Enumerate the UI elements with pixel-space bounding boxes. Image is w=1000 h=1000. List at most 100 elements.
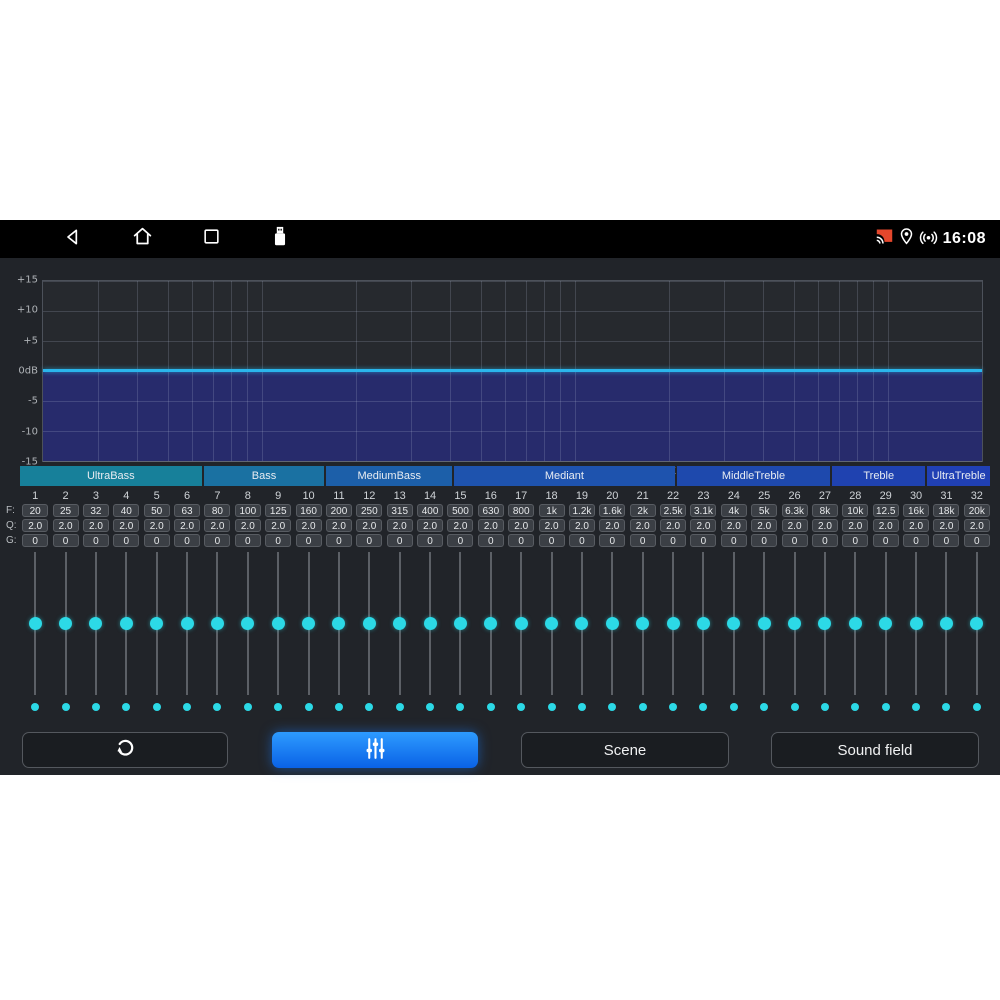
slider-knob[interactable] — [636, 617, 649, 630]
band-slider[interactable] — [506, 552, 536, 695]
slider-knob[interactable] — [211, 617, 224, 630]
gain-value[interactable]: 0 — [144, 534, 170, 547]
frequency-value[interactable]: 4k — [721, 504, 747, 517]
gain-value[interactable]: 0 — [690, 534, 716, 547]
q-value[interactable]: 2.0 — [113, 519, 139, 532]
frequency-value[interactable]: 200 — [326, 504, 352, 517]
band-slider[interactable] — [293, 552, 323, 695]
slider-knob[interactable] — [879, 617, 892, 630]
band-slider[interactable] — [233, 552, 263, 695]
q-value[interactable]: 2.0 — [387, 519, 413, 532]
q-value[interactable]: 2.0 — [235, 519, 261, 532]
slider-knob[interactable] — [181, 617, 194, 630]
q-value[interactable]: 2.0 — [204, 519, 230, 532]
slider-knob[interactable] — [241, 617, 254, 630]
gain-value[interactable]: 0 — [933, 534, 959, 547]
q-value[interactable]: 2.0 — [660, 519, 686, 532]
q-value[interactable]: 2.0 — [417, 519, 443, 532]
gain-value[interactable]: 0 — [83, 534, 109, 547]
frequency-value[interactable]: 125 — [265, 504, 291, 517]
frequency-value[interactable]: 8k — [812, 504, 838, 517]
band-slider[interactable] — [810, 552, 840, 695]
q-value[interactable]: 2.0 — [903, 519, 929, 532]
gain-value[interactable]: 0 — [630, 534, 656, 547]
home-button[interactable] — [131, 228, 153, 250]
frequency-value[interactable]: 50 — [144, 504, 170, 517]
band-slider[interactable] — [20, 552, 50, 695]
slider-knob[interactable] — [424, 617, 437, 630]
band-slider[interactable] — [567, 552, 597, 695]
q-value[interactable]: 2.0 — [842, 519, 868, 532]
gain-value[interactable]: 0 — [356, 534, 382, 547]
frequency-value[interactable]: 160 — [296, 504, 322, 517]
q-value[interactable]: 2.0 — [782, 519, 808, 532]
q-value[interactable]: 2.0 — [356, 519, 382, 532]
frequency-value[interactable]: 12.5 — [873, 504, 899, 517]
gain-value[interactable]: 0 — [22, 534, 48, 547]
band-slider[interactable] — [658, 552, 688, 695]
frequency-value[interactable]: 63 — [174, 504, 200, 517]
frequency-value[interactable]: 800 — [508, 504, 534, 517]
band-slider[interactable] — [445, 552, 475, 695]
q-value[interactable]: 2.0 — [144, 519, 170, 532]
gain-value[interactable]: 0 — [903, 534, 929, 547]
q-value[interactable]: 2.0 — [690, 519, 716, 532]
gain-value[interactable]: 0 — [812, 534, 838, 547]
slider-knob[interactable] — [788, 617, 801, 630]
slider-knob[interactable] — [697, 617, 710, 630]
gain-value[interactable]: 0 — [204, 534, 230, 547]
frequency-value[interactable]: 400 — [417, 504, 443, 517]
frequency-value[interactable]: 500 — [447, 504, 473, 517]
q-value[interactable]: 2.0 — [751, 519, 777, 532]
scene-button[interactable]: Scene — [521, 732, 729, 768]
gain-value[interactable]: 0 — [387, 534, 413, 547]
q-value[interactable]: 2.0 — [812, 519, 838, 532]
slider-knob[interactable] — [272, 617, 285, 630]
frequency-value[interactable]: 2.5k — [660, 504, 686, 517]
gain-value[interactable]: 0 — [113, 534, 139, 547]
band-slider[interactable] — [628, 552, 658, 695]
q-value[interactable]: 2.0 — [296, 519, 322, 532]
gain-value[interactable]: 0 — [751, 534, 777, 547]
frequency-value[interactable]: 6.3k — [782, 504, 808, 517]
frequency-value[interactable]: 315 — [387, 504, 413, 517]
frequency-value[interactable]: 5k — [751, 504, 777, 517]
q-value[interactable]: 2.0 — [599, 519, 625, 532]
equalizer-button[interactable] — [272, 732, 478, 768]
q-value[interactable]: 2.0 — [22, 519, 48, 532]
gain-value[interactable]: 0 — [478, 534, 504, 547]
gain-value[interactable]: 0 — [296, 534, 322, 547]
frequency-value[interactable]: 20 — [22, 504, 48, 517]
q-value[interactable]: 2.0 — [721, 519, 747, 532]
slider-knob[interactable] — [606, 617, 619, 630]
q-value[interactable]: 2.0 — [83, 519, 109, 532]
slider-knob[interactable] — [849, 617, 862, 630]
slider-knob[interactable] — [120, 617, 133, 630]
slider-knob[interactable] — [910, 617, 923, 630]
band-slider[interactable] — [719, 552, 749, 695]
q-value[interactable]: 2.0 — [447, 519, 473, 532]
band-slider[interactable] — [172, 552, 202, 695]
frequency-value[interactable]: 32 — [83, 504, 109, 517]
band-slider[interactable] — [324, 552, 354, 695]
band-slider[interactable] — [749, 552, 779, 695]
band-slider[interactable] — [901, 552, 931, 695]
q-value[interactable]: 2.0 — [478, 519, 504, 532]
slider-knob[interactable] — [515, 617, 528, 630]
band-slider[interactable] — [688, 552, 718, 695]
slider-knob[interactable] — [302, 617, 315, 630]
band-slider[interactable] — [415, 552, 445, 695]
gain-value[interactable]: 0 — [873, 534, 899, 547]
q-value[interactable]: 2.0 — [933, 519, 959, 532]
band-slider[interactable] — [476, 552, 506, 695]
slider-knob[interactable] — [150, 617, 163, 630]
gain-value[interactable]: 0 — [539, 534, 565, 547]
band-slider[interactable] — [50, 552, 80, 695]
frequency-value[interactable]: 250 — [356, 504, 382, 517]
reset-button[interactable] — [22, 732, 228, 768]
gain-value[interactable]: 0 — [599, 534, 625, 547]
gain-value[interactable]: 0 — [53, 534, 79, 547]
gain-value[interactable]: 0 — [964, 534, 990, 547]
gain-value[interactable]: 0 — [265, 534, 291, 547]
q-value[interactable]: 2.0 — [569, 519, 595, 532]
